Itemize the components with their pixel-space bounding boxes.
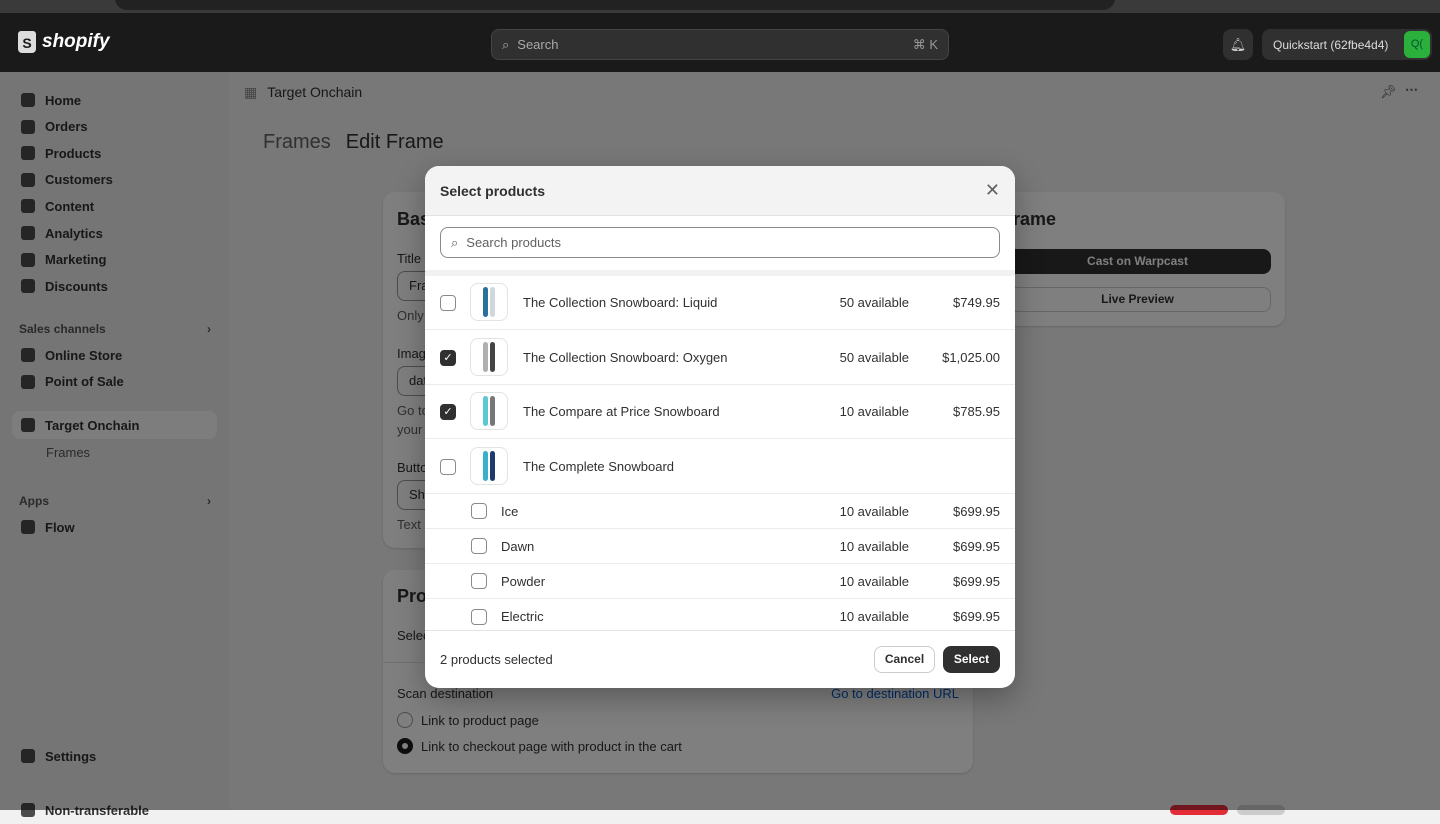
- shopify-logo[interactable]: Sshopify: [18, 31, 110, 53]
- variant-price: $699.95: [953, 609, 1000, 625]
- variant-row[interactable]: Electric 10 available $699.95: [425, 600, 1015, 630]
- variant-availability: 10 available: [839, 538, 909, 554]
- top-bar: Sshopify ⌕ Search ⌘ K 🔔︎ Quickstart (62fbe…: [0, 13, 1440, 72]
- snowboard-image: [490, 450, 495, 481]
- product-row[interactable]: The Complete Snowboard: [425, 440, 1015, 494]
- cancel-button[interactable]: Cancel: [874, 646, 935, 673]
- product-name: The Compare at Price Snowboard: [523, 404, 720, 419]
- avatar: Q(: [1404, 31, 1430, 58]
- product-availability: 50 available: [839, 295, 909, 310]
- snowboard-image: [490, 396, 495, 426]
- search-placeholder: Search products: [466, 235, 561, 250]
- variant-availability: 10 available: [839, 609, 909, 625]
- variant-price: $699.95: [953, 538, 1000, 554]
- product-row[interactable]: The Collection Snowboard: Liquid 50 avail…: [425, 276, 1015, 330]
- product-name: The Collection Snowboard: Liquid: [523, 295, 718, 310]
- variant-price: $699.95: [953, 573, 1000, 589]
- snowboard-image: [483, 341, 488, 372]
- snowboard-image: [483, 287, 488, 317]
- product-search-input[interactable]: ⌕ Search products: [440, 227, 1000, 258]
- variant-name: Electric: [501, 609, 544, 625]
- product-thumbnail: [470, 337, 508, 376]
- product-thumbnail: [470, 446, 508, 485]
- browser-toolbar: [0, 0, 1440, 13]
- snowboard-image: [490, 341, 495, 372]
- global-search[interactable]: ⌕ Search ⌘ K: [491, 29, 949, 60]
- variant-checkbox[interactable]: [471, 573, 487, 590]
- variant-availability: 10 available: [839, 503, 909, 519]
- product-price: $785.95: [953, 404, 1000, 419]
- variant-availability: 10 available: [839, 573, 909, 589]
- product-row[interactable]: ✓ The Collection Snowboard: Oxygen 50 avai…: [425, 331, 1015, 385]
- product-thumbnail: [470, 392, 508, 430]
- product-row[interactable]: ✓ The Compare at Price Snowboard 10 availa…: [425, 385, 1015, 439]
- search-placeholder: Search: [517, 37, 559, 52]
- product-checkbox[interactable]: ✓: [440, 349, 456, 366]
- product-checkbox[interactable]: [440, 458, 456, 475]
- variant-name: Ice: [501, 503, 519, 519]
- product-checkbox[interactable]: [440, 295, 456, 311]
- product-name: The Collection Snowboard: Oxygen: [523, 349, 728, 365]
- variant-row[interactable]: Powder 10 available $699.95: [425, 564, 1015, 600]
- address-bar[interactable]: [115, 0, 1115, 10]
- select-button[interactable]: Select: [943, 646, 1000, 673]
- snowboard-image: [490, 287, 495, 317]
- variant-price: $699.95: [953, 503, 1000, 519]
- variant-checkbox[interactable]: [471, 608, 487, 625]
- product-checkbox[interactable]: ✓: [440, 404, 456, 420]
- product-price: $749.95: [953, 295, 1000, 310]
- selected-count: 2 products selected: [440, 652, 553, 667]
- snowboard-image: [483, 396, 488, 426]
- modal-title: Select products: [440, 182, 546, 199]
- brand-text: shopify: [42, 31, 110, 52]
- product-availability: 50 available: [839, 349, 909, 365]
- product-list: The Collection Snowboard: Liquid 50 avail…: [425, 270, 1015, 630]
- variant-name: Dawn: [501, 538, 535, 554]
- store-name: Quickstart (62fbe4d4): [1273, 37, 1389, 52]
- search-shortcut: ⌘ K: [912, 36, 938, 52]
- snowboard-image: [483, 450, 488, 481]
- variant-row[interactable]: Ice 10 available $699.95: [425, 494, 1015, 529]
- search-icon: ⌕: [502, 36, 510, 52]
- product-price: $1,025.00: [942, 349, 1000, 365]
- product-availability: 10 available: [839, 404, 909, 419]
- variant-checkbox[interactable]: [471, 503, 487, 519]
- product-name: The Complete Snowboard: [523, 458, 675, 474]
- close-icon[interactable]: ✕: [985, 180, 1000, 201]
- select-products-modal: Select products ✕ ⌕ Search products The Co…: [425, 166, 1015, 688]
- shopify-bag-icon: S: [18, 31, 36, 53]
- product-thumbnail: [470, 283, 508, 321]
- bell-icon[interactable]: 🔔︎: [1223, 29, 1253, 60]
- store-menu[interactable]: Quickstart (62fbe4d4) Q(: [1262, 29, 1432, 60]
- variant-checkbox[interactable]: [471, 538, 487, 555]
- variant-row[interactable]: Dawn 10 available $699.95: [425, 529, 1015, 565]
- variant-name: Powder: [501, 573, 546, 589]
- search-icon: ⌕: [451, 234, 459, 250]
